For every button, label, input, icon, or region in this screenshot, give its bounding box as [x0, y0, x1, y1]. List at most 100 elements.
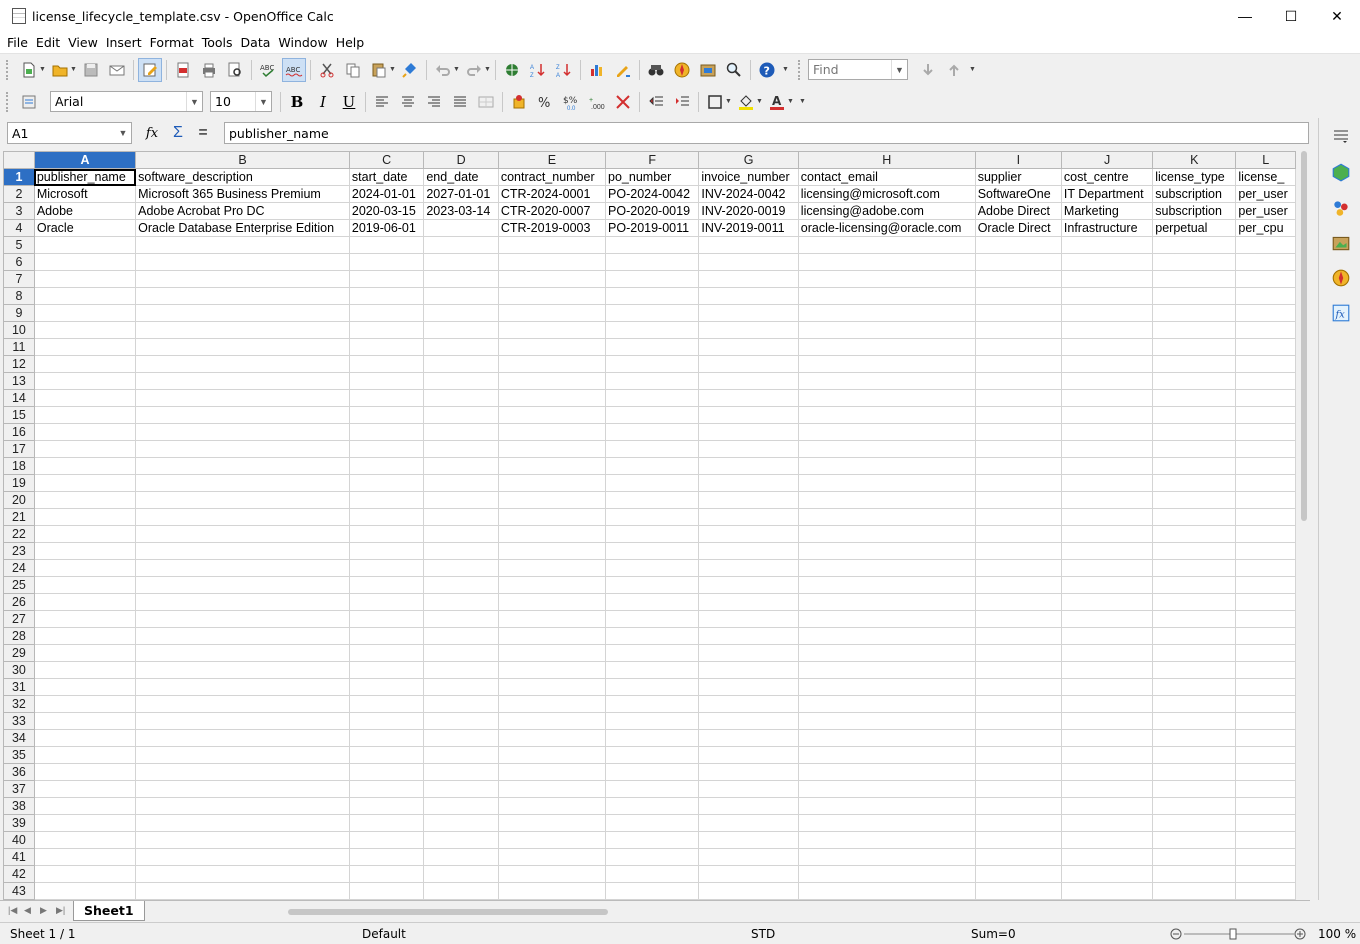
cell[interactable]	[605, 610, 700, 628]
toolbar-grip[interactable]	[6, 59, 12, 80]
column-header-l[interactable]: L	[1235, 151, 1296, 169]
cell[interactable]	[135, 763, 350, 781]
cell[interactable]: INV-2020-0019	[698, 202, 799, 220]
cell[interactable]	[33, 491, 137, 509]
chart-icon[interactable]	[585, 58, 609, 82]
cell[interactable]	[348, 559, 425, 577]
cell[interactable]	[698, 695, 799, 713]
row-header[interactable]: 13	[3, 372, 35, 390]
cell[interactable]	[1060, 338, 1154, 356]
cell[interactable]	[605, 287, 700, 305]
cell[interactable]	[135, 882, 350, 900]
cell[interactable]	[698, 729, 799, 747]
cell[interactable]	[797, 406, 976, 424]
cell[interactable]	[698, 304, 799, 322]
new-document-icon[interactable]	[17, 58, 41, 82]
cell[interactable]: publisher_name	[33, 168, 137, 186]
cell[interactable]	[1152, 304, 1237, 322]
row-header[interactable]: 9	[3, 304, 35, 322]
paste-dropdown-icon[interactable]: ▼	[389, 66, 397, 73]
cell[interactable]	[1235, 610, 1296, 628]
cell[interactable]	[1152, 644, 1237, 662]
cell[interactable]	[605, 848, 700, 866]
font-name-value[interactable]: Arial	[51, 94, 83, 109]
spellcheck-icon[interactable]: ABC	[256, 58, 280, 82]
cell[interactable]	[797, 746, 976, 764]
cell[interactable]	[1235, 440, 1296, 458]
menu-format[interactable]: Format	[146, 35, 198, 50]
cell[interactable]	[33, 695, 137, 713]
cell[interactable]	[1152, 491, 1237, 509]
cell[interactable]: Oracle Database Enterprise Edition	[135, 219, 350, 237]
cell[interactable]	[423, 321, 499, 339]
cell[interactable]	[135, 440, 350, 458]
row-header[interactable]: 2	[3, 185, 35, 203]
row-header[interactable]: 24	[3, 559, 35, 577]
cell[interactable]	[423, 882, 499, 900]
cell[interactable]	[423, 474, 499, 492]
cell[interactable]	[348, 304, 425, 322]
cell[interactable]	[423, 865, 499, 883]
cell[interactable]	[698, 865, 799, 883]
cell[interactable]	[423, 287, 499, 305]
cell[interactable]	[698, 287, 799, 305]
cell[interactable]	[1235, 882, 1296, 900]
cell[interactable]: licensing@adobe.com	[797, 202, 976, 220]
cell[interactable]	[1060, 627, 1154, 645]
cell[interactable]	[1060, 576, 1154, 594]
cell[interactable]	[974, 253, 1062, 271]
edit-file-icon[interactable]	[138, 57, 162, 82]
cell[interactable]	[605, 780, 700, 798]
cell[interactable]	[797, 627, 976, 645]
cell[interactable]	[605, 321, 700, 339]
cell[interactable]: subscription	[1152, 202, 1237, 220]
cell[interactable]	[497, 661, 607, 679]
cell[interactable]	[348, 882, 425, 900]
cell[interactable]	[1060, 712, 1154, 730]
cell[interactable]	[698, 610, 799, 628]
column-header-j[interactable]: J	[1060, 151, 1154, 169]
cell[interactable]	[1235, 508, 1296, 526]
cell[interactable]	[605, 695, 700, 713]
cell[interactable]	[974, 372, 1062, 390]
cell[interactable]	[698, 423, 799, 441]
cell[interactable]	[135, 627, 350, 645]
cell[interactable]	[1152, 559, 1237, 577]
cell[interactable]	[423, 712, 499, 730]
cell[interactable]	[135, 525, 350, 543]
column-header-k[interactable]: K	[1152, 151, 1237, 169]
borders-dropdown-icon[interactable]: ▼	[725, 98, 733, 105]
cell[interactable]	[33, 423, 137, 441]
horizontal-scrollbar[interactable]	[278, 907, 1288, 917]
cell[interactable]	[497, 763, 607, 781]
row-header[interactable]: 28	[3, 627, 35, 645]
cell[interactable]	[348, 695, 425, 713]
vertical-scroll-thumb[interactable]	[1301, 151, 1307, 521]
cell[interactable]	[1235, 423, 1296, 441]
cell[interactable]: CTR-2020-0007	[497, 202, 607, 220]
cell[interactable]	[1060, 287, 1154, 305]
increase-indent-icon[interactable]	[670, 90, 694, 114]
cell[interactable]	[33, 712, 137, 730]
cell[interactable]	[423, 355, 499, 373]
cell[interactable]: 2019-06-01	[348, 219, 425, 237]
cell[interactable]	[974, 797, 1062, 815]
percent-format-icon[interactable]: %	[533, 90, 557, 114]
cell[interactable]	[698, 712, 799, 730]
open-folder-icon[interactable]	[48, 58, 72, 82]
cell[interactable]	[974, 814, 1062, 832]
cell[interactable]	[135, 559, 350, 577]
row-header[interactable]: 4	[3, 219, 35, 237]
cell[interactable]	[797, 457, 976, 475]
row-header[interactable]: 43	[3, 882, 35, 900]
cell[interactable]	[1152, 372, 1237, 390]
cell[interactable]	[348, 287, 425, 305]
cell[interactable]	[497, 491, 607, 509]
cell[interactable]	[348, 491, 425, 509]
cell[interactable]	[33, 780, 137, 798]
cell[interactable]	[698, 644, 799, 662]
cell[interactable]	[33, 644, 137, 662]
cell[interactable]	[33, 508, 137, 526]
cell[interactable]	[497, 644, 607, 662]
cell[interactable]	[423, 729, 499, 747]
